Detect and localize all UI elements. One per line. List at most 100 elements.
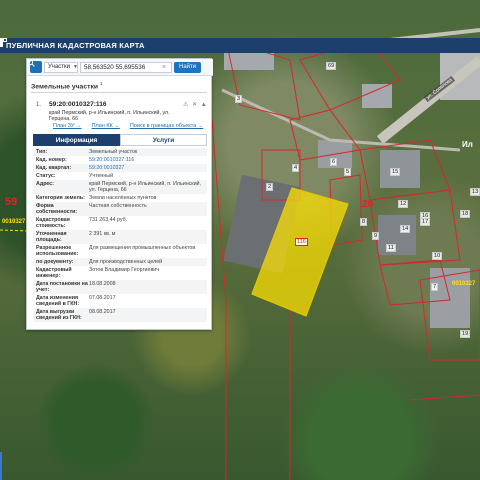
app-title: ПУБЛИЧНАЯ КАДАСТРОВАЯ КАРТА — [6, 41, 145, 50]
info-table: Тип: Земельный участок Кад. номер: 59:20:00… — [33, 148, 207, 322]
info-row: Кад. квартал: 59:20:0010327 — [33, 164, 207, 172]
info-row: Дата постановки на учет: 18.08.2008 — [33, 280, 207, 294]
plot-number[interactable]: 11 — [386, 244, 396, 252]
plot-number[interactable]: 17 — [420, 218, 431, 226]
info-value: 08.08.2017 — [89, 309, 116, 315]
result-index: 1. — [36, 102, 42, 108]
info-key: Кад. квартал: — [36, 165, 72, 171]
plan-kk-link[interactable]: План КК → — [92, 123, 120, 129]
plot-number[interactable]: 6 — [330, 158, 338, 166]
info-value: Частная собственность — [89, 203, 147, 209]
warning-icon[interactable]: ⚠ — [183, 102, 189, 108]
result-address: край Пермский, р-н Ильинский, п. Ильинск… — [49, 110, 170, 123]
info-value: Для производственных целей — [89, 259, 163, 265]
info-value-link[interactable]: 59:20:0010327 — [89, 165, 207, 171]
info-key: Дата постановки на учет: — [36, 281, 88, 293]
info-key: Кадастровый инженер: — [36, 267, 72, 279]
search-type-value: Участки — [48, 64, 70, 70]
info-row: Кадастровая стоимость: 731 263,44 руб. — [33, 216, 207, 230]
plot-number[interactable]: 9 — [372, 232, 380, 240]
divider — [31, 92, 207, 93]
info-value: Зотов Владимир Георгиевич — [89, 267, 159, 273]
info-tabs: Информация Услуги — [33, 134, 207, 146]
info-row: Кад. номер: 59:20:0010327:116 — [33, 156, 207, 164]
info-value: Земельный участок — [89, 149, 138, 155]
info-value: Земли населённых пунктов — [89, 195, 157, 201]
quarter-label: 59 — [5, 196, 18, 208]
plot-number[interactable]: 4 — [292, 164, 300, 172]
info-value: Для размещения промышленных объектов — [89, 245, 196, 251]
plot-number[interactable]: 15 — [390, 168, 401, 176]
info-key: Статус: — [36, 173, 56, 179]
plot-number[interactable]: 8 — [360, 218, 368, 226]
search-in-bounds-link[interactable]: Поиск в границах объекта → — [130, 123, 203, 129]
plot-number[interactable]: 2 — [266, 183, 274, 191]
plot-number[interactable]: 19 — [460, 330, 471, 338]
plot-number[interactable]: 3 — [235, 95, 243, 103]
info-key: Форма собственности: — [36, 203, 78, 215]
search-icon[interactable] — [27, 59, 42, 73]
tab-information[interactable]: Информация — [33, 134, 120, 146]
chevron-down-icon: ▼ — [73, 64, 78, 70]
plot-number[interactable]: 12 — [398, 200, 409, 208]
info-key: Тип: — [36, 149, 48, 155]
info-row: Дата выгрузки сведений из ГКН: 08.08.2017 — [33, 308, 207, 322]
info-key: Категория земель: — [36, 195, 85, 201]
building-roof — [362, 84, 392, 108]
plot-number[interactable]: 69 — [326, 62, 337, 70]
plot-number[interactable]: 18 — [460, 210, 471, 218]
info-value: 2 391 кв. м — [89, 231, 116, 237]
search-bar: Участки ▼ × Найти — [27, 59, 213, 76]
result-tools: ⚠ ✕ ▲ — [183, 101, 208, 108]
info-key: Разрешенное использование: — [36, 245, 79, 257]
clear-icon[interactable]: × — [162, 64, 170, 71]
info-key: по документу: — [36, 259, 74, 265]
info-row: Разрешенное использование: Для размещения… — [33, 244, 207, 258]
info-key: Кад. номер: — [36, 157, 67, 163]
info-row: Кадастровый инженер: Зотов Владимир Георг… — [33, 266, 207, 280]
info-row: по документу: Для производственных целей — [33, 258, 207, 266]
info-value: край Пермский, р-н Ильинский, п. Ильинск… — [89, 181, 201, 193]
info-row: Категория земель: Земли населённых пункто… — [33, 194, 207, 202]
info-key: Дата изменения сведений в ГКН: — [36, 295, 80, 307]
info-key: Дата выгрузки сведений из ГКН: — [36, 309, 82, 321]
info-value-link[interactable]: 59:20:0010327:116 — [89, 157, 207, 163]
plot-number[interactable]: 14 — [400, 225, 411, 233]
info-value: 731 263,44 руб. — [89, 217, 128, 223]
info-row: Статус: Учтенный — [33, 172, 207, 180]
result-cad-number[interactable]: 59:20:0010327:116 — [49, 101, 107, 108]
scroll-up-icon[interactable]: ▲ — [201, 102, 208, 108]
quarter-label: 20 — [362, 199, 374, 210]
building-roof — [378, 215, 416, 255]
info-row: Адрес: край Пермский, р-н Ильинский, п. И… — [33, 180, 207, 194]
section-count: 1 — [99, 81, 103, 86]
map-view[interactable]: 59 0010327 20 0010327 Ил ул. Сопелова 69… — [0, 0, 480, 480]
info-value: 18.08.2008 — [89, 281, 116, 287]
quarter-code: 0010327 — [452, 281, 476, 287]
selected-plot-number[interactable]: 116 — [295, 238, 308, 246]
search-type-select[interactable]: Участки ▼ — [44, 61, 78, 73]
close-icon[interactable]: ✕ — [192, 102, 198, 108]
result-links: План ЗУ → План КК → Поиск в границах объ… — [53, 123, 203, 129]
logo-icon — [0, 38, 7, 47]
search-input[interactable] — [80, 61, 172, 73]
plan-zu-link[interactable]: План ЗУ → — [53, 123, 82, 129]
section-title-text: Земельные участки — [31, 83, 99, 91]
info-key: Адрес: — [36, 181, 55, 187]
quarter-code: 0010327 — [2, 219, 26, 225]
info-key: Кадастровая стоимость: — [36, 217, 70, 229]
info-row: Дата изменения сведений в ГКН: 07.08.2017 — [33, 294, 207, 308]
info-row: Уточненная площадь: 2 391 кв. м — [33, 230, 207, 244]
info-row: Форма собственности: Частная собственност… — [33, 202, 207, 216]
plot-number[interactable]: 5 — [344, 168, 352, 176]
plot-number[interactable]: 7 — [431, 283, 439, 291]
find-button[interactable]: Найти — [174, 61, 202, 73]
plot-number[interactable]: 10 — [432, 252, 443, 260]
info-key: Уточненная площадь: — [36, 231, 67, 243]
edge-marker — [0, 452, 2, 480]
map-text: Ил — [462, 140, 473, 149]
plot-number[interactable]: 13 — [470, 188, 480, 196]
tab-services[interactable]: Услуги — [120, 134, 207, 146]
section-title: Земельные участки 1 — [31, 81, 102, 90]
info-value: 07.08.2017 — [89, 295, 116, 301]
